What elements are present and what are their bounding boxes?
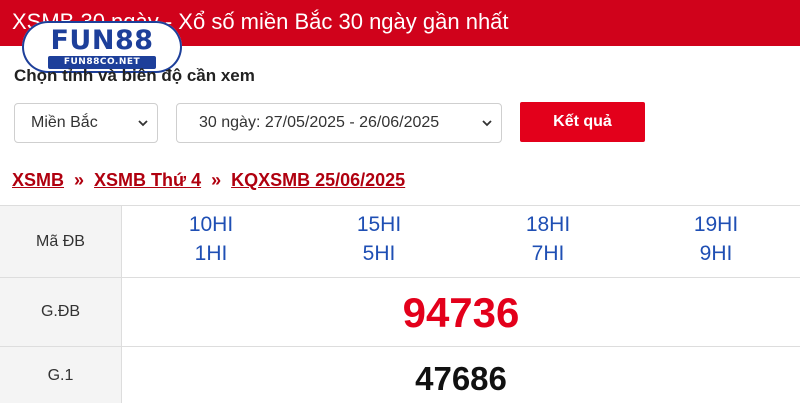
breadcrumb: XSMB » XSMB Thứ 4 » KQXSMB 25/06/2025 xyxy=(12,170,405,194)
chevron-down-icon xyxy=(138,120,148,127)
breadcrumb-item-xsmb-thu4[interactable]: XSMB Thứ 4 xyxy=(94,170,201,190)
row-label: Mã ĐB xyxy=(0,206,122,277)
code-cell: 18HI 7HI xyxy=(488,210,608,268)
table-row-first-prize: G.1 47686 xyxy=(0,347,800,403)
code-value: 1HI xyxy=(194,242,228,265)
code-value: 19HI xyxy=(693,213,739,236)
logo-wordmark: FUN88 xyxy=(22,27,182,55)
code-cell: 19HI 9HI xyxy=(656,210,776,268)
logo-brand-number: 88 xyxy=(114,25,154,56)
results-table: Mã ĐB 10HI 1HI 15HI 5HI 18HI 7HI 19HI 9H… xyxy=(0,205,800,403)
logo-brand-prefix: FUN xyxy=(50,25,115,56)
region-select[interactable]: Miền Bắc xyxy=(14,103,158,143)
form-label: Chọn tỉnh và biên độ cần xem xyxy=(14,66,255,85)
region-select-value: Miền Bắc xyxy=(31,114,98,131)
code-value: 9HI xyxy=(699,242,733,265)
chevron-down-icon xyxy=(482,120,492,127)
special-prize-value: 94736 xyxy=(402,289,520,336)
row-label: G.1 xyxy=(0,347,122,403)
table-row-special-prize: G.ĐB 94736 xyxy=(0,278,800,347)
date-range-select[interactable]: 30 ngày: 27/05/2025 - 26/06/2025 xyxy=(176,103,502,143)
row-label: G.ĐB xyxy=(0,278,122,346)
code-value: 5HI xyxy=(362,242,396,265)
breadcrumb-item-kqxsmb-date[interactable]: KQXSMB 25/06/2025 xyxy=(231,170,405,190)
breadcrumb-separator: » xyxy=(211,170,222,190)
code-value: 18HI xyxy=(525,213,571,236)
result-button[interactable]: Kết quả xyxy=(520,102,645,142)
code-value: 10HI xyxy=(188,213,234,236)
breadcrumb-separator: » xyxy=(74,170,85,190)
code-value: 15HI xyxy=(356,213,402,236)
code-cell: 15HI 5HI xyxy=(319,210,439,268)
code-cell: 10HI 1HI xyxy=(151,210,271,268)
table-row-special-code: Mã ĐB 10HI 1HI 15HI 5HI 18HI 7HI 19HI 9H… xyxy=(0,206,800,278)
first-prize-value: 47686 xyxy=(415,360,507,397)
date-range-select-value: 30 ngày: 27/05/2025 - 26/06/2025 xyxy=(199,114,440,131)
breadcrumb-item-xsmb[interactable]: XSMB xyxy=(12,170,64,190)
code-value: 7HI xyxy=(531,242,565,265)
